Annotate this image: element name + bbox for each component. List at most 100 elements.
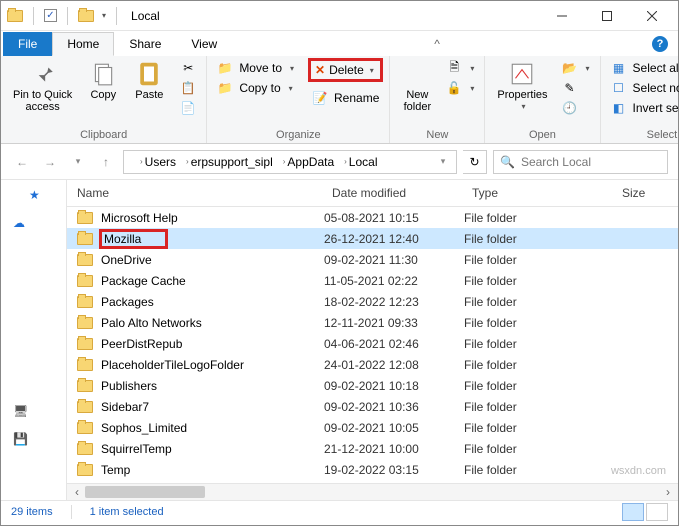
maximize-button[interactable] (584, 1, 629, 31)
rename-button[interactable]: 📝 Rename (308, 88, 383, 108)
col-type[interactable]: Type (472, 186, 622, 200)
copy-icon (88, 61, 118, 87)
group-open: Properties▾ 📂▾ ✎ 🕘 Open (485, 56, 600, 143)
invert-selection-icon: ◧ (611, 100, 627, 116)
file-name: Temp (101, 463, 130, 477)
file-type: File folder (464, 421, 614, 435)
help-button[interactable]: ? (648, 32, 672, 56)
invert-selection-button[interactable]: ◧Invert selection (607, 98, 679, 118)
group-label: Open (491, 127, 593, 143)
qat-dropdown[interactable]: ▾ (102, 11, 106, 20)
file-name: PeerDistRepub (101, 337, 182, 351)
minimize-button[interactable] (539, 1, 584, 31)
file-pane: Name Date modified Type Size Microsoft H… (67, 180, 678, 500)
table-row[interactable]: Temp 19-02-2022 03:15File folder (67, 459, 678, 480)
address-bar[interactable]: ›Users ›erpsupport_sipl ›AppData ›Local … (123, 150, 457, 174)
folder-icon (77, 443, 93, 455)
col-date[interactable]: Date modified (332, 186, 472, 200)
paste-shortcut-button[interactable]: 📄 (176, 98, 200, 118)
cut-button[interactable]: ✂ (176, 58, 200, 78)
tab-home[interactable]: Home (52, 32, 114, 56)
breadcrumb-item[interactable]: ›erpsupport_sipl (182, 155, 277, 169)
copy-path-icon: 📋 (180, 80, 196, 96)
recent-locations[interactable]: ▾ (67, 151, 89, 173)
new-item-button[interactable]: 🗎▾ (442, 58, 478, 78)
breadcrumb-item[interactable]: ›AppData (279, 155, 338, 169)
file-date: 19-02-2022 03:15 (324, 463, 464, 477)
address-dropdown[interactable]: ▾ (432, 151, 454, 173)
table-row[interactable]: Mozilla26-12-2021 12:40File folder (67, 228, 678, 249)
select-none-icon: ☐ (611, 80, 627, 96)
folder-icon (77, 401, 93, 413)
file-type: File folder (464, 463, 614, 477)
search-input[interactable]: 🔍 Search Local (493, 150, 668, 174)
table-row[interactable]: PlaceholderTileLogoFolder24-01-2022 12:0… (67, 354, 678, 375)
open-button[interactable]: 📂▾ (558, 58, 594, 78)
table-row[interactable]: Palo Alto Networks12-11-2021 09:33File f… (67, 312, 678, 333)
table-row[interactable]: Sidebar709-02-2021 10:36File folder (67, 396, 678, 417)
tab-view[interactable]: View (176, 32, 232, 56)
quick-access-icon[interactable]: ★ (29, 188, 62, 202)
file-date: 11-05-2021 02:22 (324, 274, 464, 288)
details-view-button[interactable] (622, 503, 644, 521)
file-type: File folder (464, 337, 614, 351)
forward-button[interactable]: → (39, 151, 61, 173)
this-pc-icon[interactable]: 🖥 (13, 404, 62, 418)
nav-row: ← → ▾ ↑ ›Users ›erpsupport_sipl ›AppData… (1, 144, 678, 180)
qat-checkbox[interactable]: ✓ (44, 9, 57, 22)
file-name: Mozilla (99, 229, 168, 249)
folder-icon (77, 317, 93, 329)
file-name: Sidebar7 (101, 400, 149, 414)
table-row[interactable]: Package Cache11-05-2021 02:22File folder (67, 270, 678, 291)
col-size[interactable]: Size (622, 186, 678, 200)
folder-icon (77, 296, 93, 308)
copy-to-button[interactable]: 📁 Copy to▾ (213, 78, 298, 98)
thumbnails-view-button[interactable] (646, 503, 668, 521)
file-type: File folder (464, 400, 614, 414)
close-button[interactable] (629, 1, 674, 31)
drive-icon[interactable]: 💾 (13, 432, 62, 446)
properties-button[interactable]: Properties▾ (491, 58, 553, 115)
file-name: SquirrelTemp (101, 442, 172, 456)
horizontal-scrollbar[interactable]: ‹› (67, 483, 678, 500)
back-button[interactable]: ← (11, 151, 33, 173)
table-row[interactable]: Microsoft Help05-08-2021 10:15File folde… (67, 207, 678, 228)
move-to-button[interactable]: 📁 Move to▾ (213, 58, 298, 78)
table-row[interactable]: Publishers09-02-2021 10:18File folder (67, 375, 678, 396)
new-folder-button[interactable]: New folder (396, 58, 438, 116)
table-row[interactable]: SquirrelTemp21-12-2021 10:00File folder (67, 438, 678, 459)
file-type: File folder (464, 211, 614, 225)
refresh-button[interactable]: ↻ (463, 150, 487, 174)
onedrive-icon[interactable]: ☁ (13, 216, 62, 230)
breadcrumb-item[interactable]: ›Local (340, 155, 381, 169)
breadcrumb-item[interactable]: ›Users (136, 155, 180, 169)
ribbon-collapse[interactable]: ^ (425, 32, 449, 56)
new-item-icon: 🗎 (446, 60, 462, 76)
col-name[interactable]: Name (77, 186, 332, 200)
folder-icon (78, 10, 94, 22)
pin-to-quick-access-button[interactable]: Pin to Quick access (7, 58, 78, 116)
tab-file[interactable]: File (3, 32, 52, 56)
select-none-button[interactable]: ☐Select none (607, 78, 679, 98)
copy-path-button[interactable]: 📋 (176, 78, 200, 98)
history-button[interactable]: 🕘 (558, 98, 594, 118)
select-all-button[interactable]: ▦Select all (607, 58, 679, 78)
delete-button[interactable]: ✕ Delete▾ (308, 58, 383, 82)
table-row[interactable]: Sophos_Limited09-02-2021 10:05File folde… (67, 417, 678, 438)
table-row[interactable]: PeerDistRepub04-06-2021 02:46File folder (67, 333, 678, 354)
tab-share[interactable]: Share (114, 32, 176, 56)
edit-button[interactable]: ✎ (558, 78, 594, 98)
sidebar[interactable]: ★ ☁ 🖥 💾 (1, 180, 67, 500)
group-label: Select (607, 127, 679, 143)
file-name: Packages (101, 295, 154, 309)
ribbon: Pin to Quick access Copy Paste ✂ 📋 📄 Cli… (1, 56, 678, 144)
file-type: File folder (464, 316, 614, 330)
copy-button[interactable]: Copy (82, 58, 124, 104)
up-button[interactable]: ↑ (95, 151, 117, 173)
file-list[interactable]: Microsoft Help05-08-2021 10:15File folde… (67, 207, 678, 483)
table-row[interactable]: Packages18-02-2022 12:23File folder (67, 291, 678, 312)
easy-access-button[interactable]: 🔓▾ (442, 78, 478, 98)
column-headers[interactable]: Name Date modified Type Size (67, 180, 678, 207)
paste-button[interactable]: Paste (128, 58, 170, 104)
table-row[interactable]: OneDrive09-02-2021 11:30File folder (67, 249, 678, 270)
